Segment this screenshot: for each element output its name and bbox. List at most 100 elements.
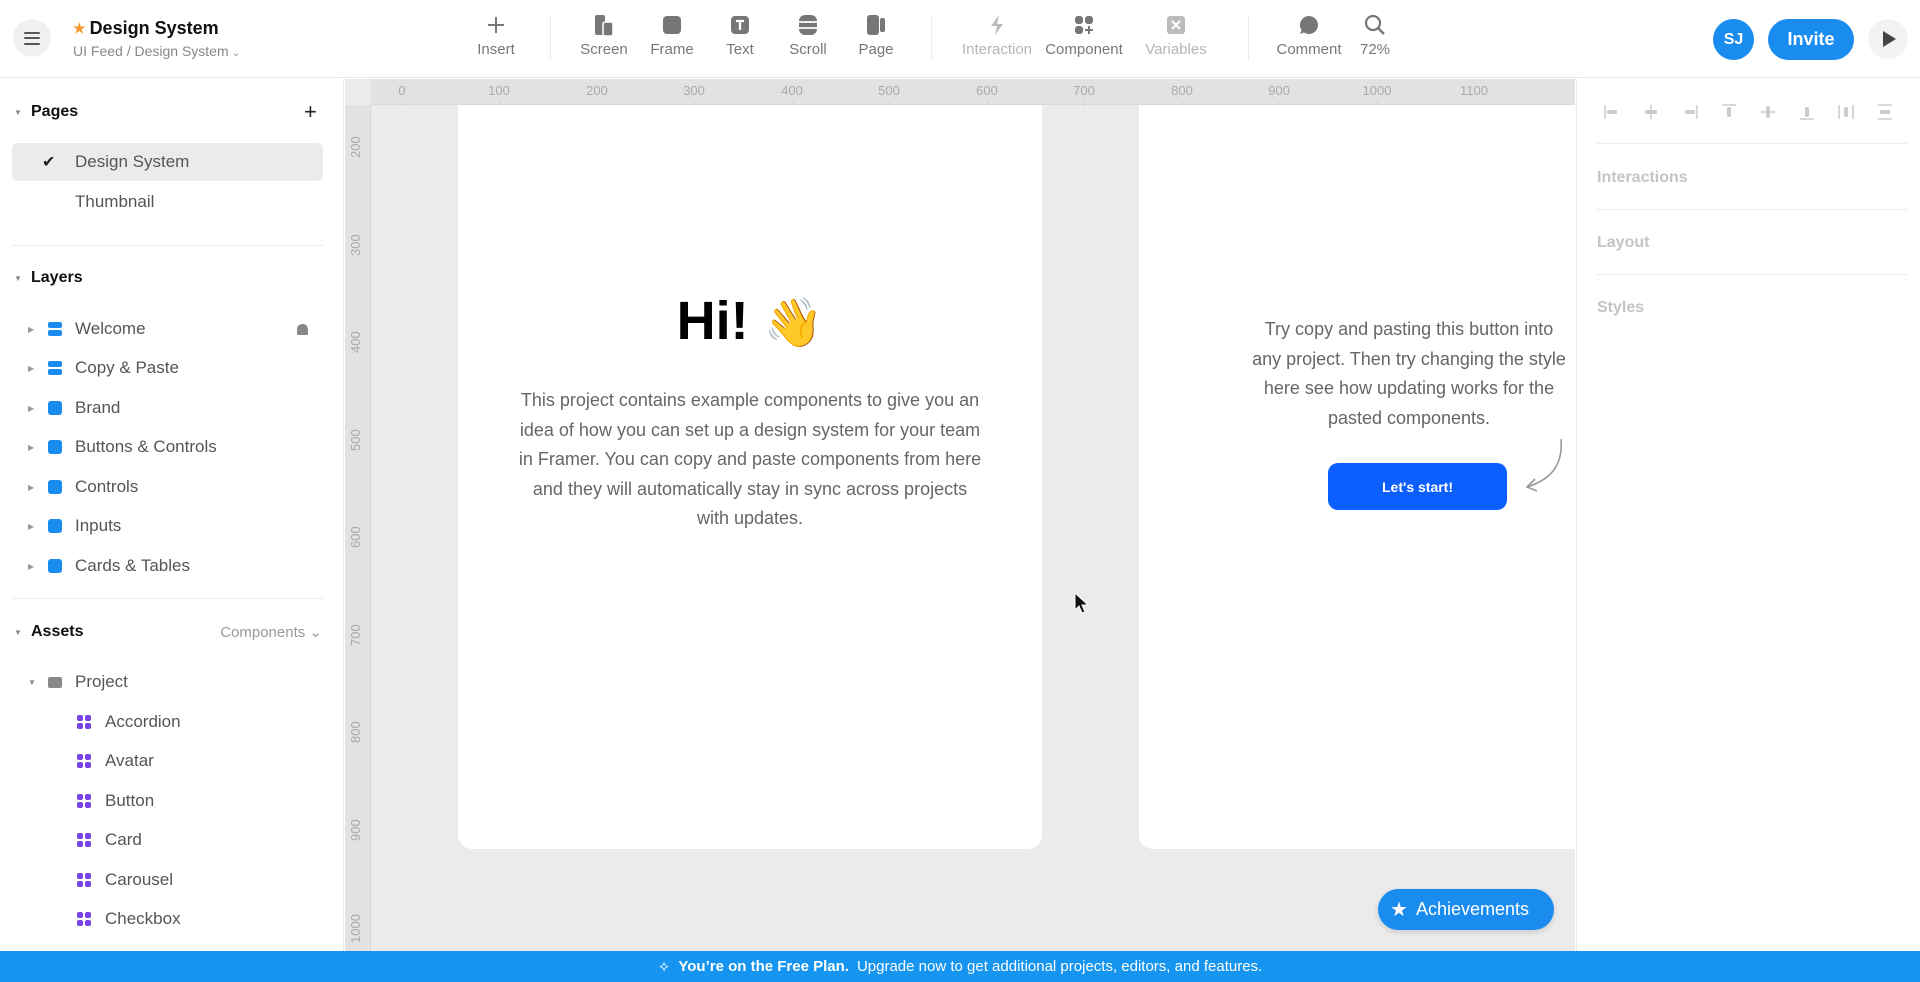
- alignment-toolbar: [1603, 103, 1894, 121]
- insert-button[interactable]: Insert: [466, 0, 526, 78]
- bolt-icon: [988, 13, 1006, 37]
- welcome-frame[interactable]: Hi! 👋 This project contains example comp…: [458, 105, 1042, 849]
- caret-right-icon[interactable]: ▶: [28, 364, 34, 373]
- preview-button[interactable]: [1868, 19, 1908, 59]
- ruler-tick: 100: [488, 83, 510, 106]
- ruler-tick: 1000: [1362, 83, 1392, 106]
- layer-label: Buttons & Controls: [75, 437, 217, 456]
- add-page-button[interactable]: +: [304, 101, 317, 123]
- caret-right-icon[interactable]: ▶: [28, 404, 34, 413]
- assets-filter-dropdown[interactable]: Components ⌄: [220, 623, 322, 641]
- asset-item[interactable]: Avatar: [12, 742, 323, 780]
- variables-button[interactable]: Variables: [1130, 0, 1222, 78]
- ruler-tick: 700: [1073, 83, 1095, 106]
- asset-item[interactable]: Checkbox: [12, 900, 323, 938]
- screen-label: Screen: [580, 41, 628, 58]
- frame-button[interactable]: Frame: [634, 0, 710, 78]
- layout-section[interactable]: Layout: [1597, 234, 1649, 252]
- layer-label: Copy & Paste: [75, 358, 179, 377]
- chevron-down-icon: ⌄: [309, 624, 322, 641]
- text-line: here see how updating works for the: [1263, 378, 1555, 398]
- asset-item[interactable]: Carousel: [12, 861, 323, 899]
- layer-label: Controls: [75, 477, 139, 496]
- assets-section-header[interactable]: ▼ Assets Components ⌄: [0, 617, 343, 647]
- lock-icon[interactable]: [297, 323, 308, 335]
- frame-icon: [48, 519, 62, 533]
- layer-label: Inputs: [75, 516, 122, 535]
- distribute-vertical-icon[interactable]: [1876, 103, 1894, 121]
- layer-item[interactable]: ▶ Copy & Paste: [12, 349, 323, 387]
- caret-down-icon[interactable]: ▼: [28, 678, 36, 687]
- page-label: Design System: [75, 152, 190, 171]
- distribute-horizontal-icon[interactable]: [1837, 103, 1855, 121]
- align-top-icon[interactable]: [1720, 103, 1738, 121]
- layer-item[interactable]: ▶ Brand: [12, 389, 323, 427]
- layer-item[interactable]: ▶ Cards & Tables: [12, 547, 323, 585]
- component-button[interactable]: Component: [1038, 0, 1130, 78]
- ruler-tick: 200: [586, 83, 608, 106]
- insert-label: Insert: [477, 41, 515, 58]
- text-button[interactable]: Text: [710, 0, 770, 78]
- lets-start-button[interactable]: Let's start!: [1328, 463, 1507, 510]
- page-item-design-system[interactable]: ✔ Design System: [12, 143, 323, 181]
- copy-paste-text: Try copy and pasting this button into an…: [1229, 315, 1575, 433]
- variables-icon: [1166, 13, 1186, 37]
- align-center-vertical-icon[interactable]: [1759, 103, 1777, 121]
- folder-icon: [48, 676, 62, 688]
- avatar[interactable]: SJ: [1713, 19, 1754, 60]
- asset-item[interactable]: Button: [12, 782, 323, 820]
- interaction-button[interactable]: Interaction: [956, 0, 1038, 78]
- text-line: pasted components.: [1327, 407, 1491, 428]
- canvas[interactable]: 0 100 200 300 400 500 600 700 800 900 10…: [345, 79, 1575, 951]
- align-center-horizontal-icon[interactable]: [1642, 103, 1660, 121]
- page-button[interactable]: Page: [846, 0, 906, 78]
- asset-folder[interactable]: ▼ Project: [12, 663, 323, 701]
- align-right-icon[interactable]: [1681, 103, 1699, 121]
- breadcrumb[interactable]: UI Feed / Design System ⌄: [73, 43, 240, 59]
- play-icon: [1883, 31, 1896, 47]
- ruler-tick: 700: [348, 624, 363, 646]
- menu-button[interactable]: [13, 19, 51, 57]
- copy-paste-frame[interactable]: Try copy and pasting this button into an…: [1139, 105, 1575, 849]
- caret-right-icon[interactable]: ▶: [28, 562, 34, 571]
- banner-bold-text: You’re on the Free Plan.: [678, 958, 849, 975]
- pages-section-header[interactable]: ▼ Pages +: [0, 97, 343, 127]
- comment-button[interactable]: Comment: [1268, 0, 1350, 78]
- ruler-tick: 1000: [348, 914, 363, 943]
- upgrade-banner[interactable]: ✧ You’re on the Free Plan. Upgrade now t…: [0, 951, 1920, 982]
- caret-right-icon[interactable]: ▶: [28, 325, 34, 334]
- hamburger-icon: [24, 31, 40, 45]
- layers-section-header[interactable]: ▼ Layers: [0, 263, 343, 293]
- asset-item[interactable]: Accordion: [12, 703, 323, 741]
- achievements-button[interactable]: ★ Achievements: [1378, 889, 1554, 930]
- project-info: ★ Design System UI Feed / Design System ⌄: [73, 18, 240, 59]
- layer-item[interactable]: ▶ Buttons & Controls: [12, 428, 323, 466]
- screen-button[interactable]: Screen: [574, 0, 634, 78]
- assets-filter-label: Components: [220, 624, 306, 641]
- component-label: Component: [1045, 41, 1123, 58]
- align-left-icon[interactable]: [1603, 103, 1621, 121]
- search-icon: [1364, 13, 1386, 37]
- layer-item[interactable]: ▶ Controls: [12, 468, 323, 506]
- text-icon: [730, 13, 750, 37]
- caret-right-icon[interactable]: ▶: [28, 522, 34, 531]
- pages-title: Pages: [31, 103, 79, 120]
- layer-item[interactable]: ▶ Inputs: [12, 507, 323, 545]
- star-icon: ★: [1390, 899, 1408, 921]
- caret-right-icon[interactable]: ▶: [28, 443, 34, 452]
- waving-hand-icon: 👋: [763, 297, 824, 350]
- styles-section[interactable]: Styles: [1597, 299, 1644, 317]
- caret-down-icon: ▼: [14, 273, 22, 283]
- invite-button[interactable]: Invite: [1768, 19, 1854, 60]
- caret-right-icon[interactable]: ▶: [28, 483, 34, 492]
- align-bottom-icon[interactable]: [1798, 103, 1816, 121]
- screen-icon: [594, 13, 614, 37]
- layer-item[interactable]: ▶ Welcome: [12, 310, 323, 348]
- layers-title: Layers: [31, 269, 83, 286]
- page-item-thumbnail[interactable]: Thumbnail: [12, 183, 323, 221]
- zoom-button[interactable]: 72%: [1350, 0, 1400, 78]
- ruler-horizontal: 0 100 200 300 400 500 600 700 800 900 10…: [371, 79, 1575, 106]
- scroll-button[interactable]: Scroll: [770, 0, 846, 78]
- asset-item[interactable]: Card: [12, 821, 323, 859]
- interactions-section[interactable]: Interactions: [1597, 169, 1688, 187]
